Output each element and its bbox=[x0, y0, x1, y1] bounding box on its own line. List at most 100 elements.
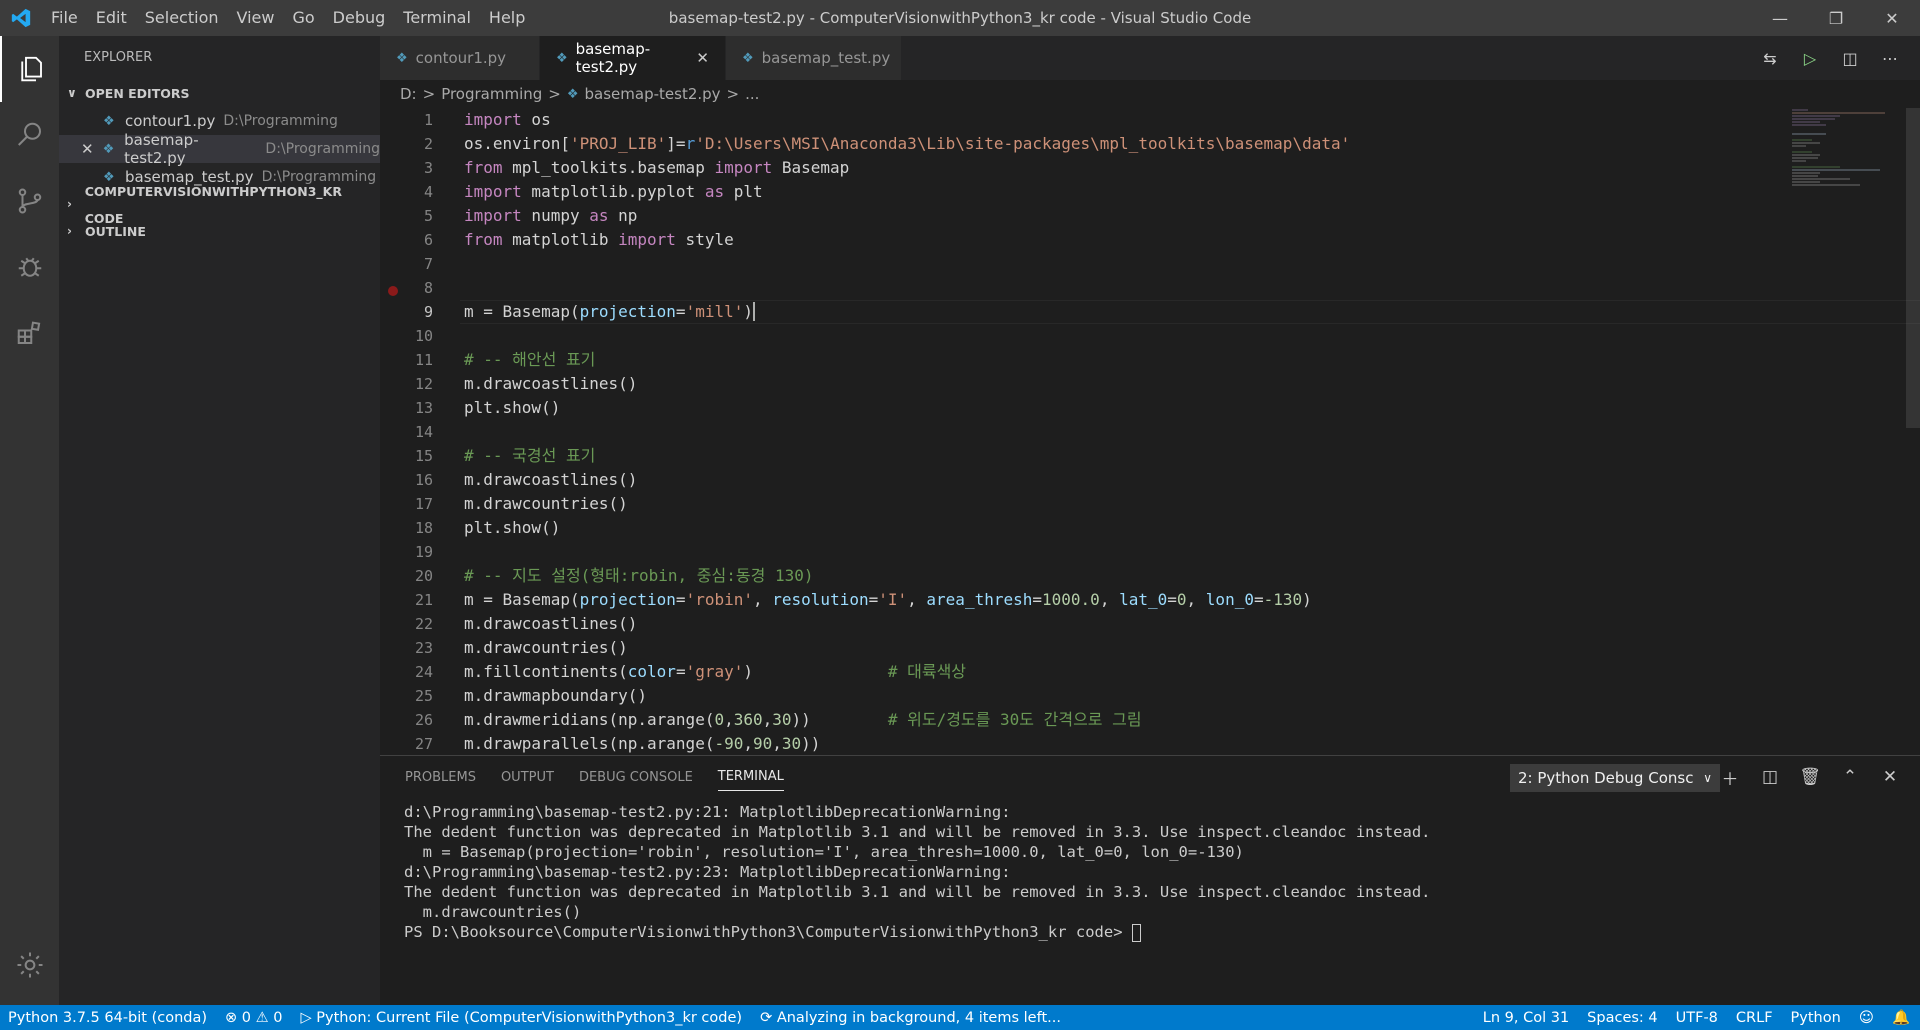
menu-go[interactable]: Go bbox=[283, 0, 323, 36]
panel-actions: ＋ ◫ 🗑 ⌃ ✕ bbox=[1710, 756, 1910, 798]
run-file-icon[interactable]: ▷ bbox=[1790, 49, 1830, 68]
terminal-line: m = Basemap(projection='robin', resoluti… bbox=[404, 843, 1244, 861]
maximize-panel-icon[interactable]: ⌃ bbox=[1830, 767, 1870, 787]
search-icon[interactable] bbox=[0, 102, 59, 168]
encoding[interactable]: UTF-8 bbox=[1676, 1010, 1718, 1026]
tab-basemap-test[interactable]: ❖ basemap_test.py bbox=[726, 36, 902, 80]
code-line: m.drawcoastlines() bbox=[464, 614, 638, 633]
chevron-right-icon: › bbox=[67, 197, 72, 211]
menu-terminal[interactable]: Terminal bbox=[394, 0, 480, 36]
terminal-select[interactable]: 2: Python Debug Consc ∨ bbox=[1510, 764, 1720, 792]
tab-contour1[interactable]: ❖ contour1.py bbox=[380, 36, 540, 80]
minimize-icon[interactable]: — bbox=[1752, 0, 1808, 36]
menu-view[interactable]: View bbox=[228, 0, 284, 36]
editor-actions: ⇆ ▷ ◫ ⋯ bbox=[1750, 36, 1910, 80]
menu-debug[interactable]: Debug bbox=[324, 0, 395, 36]
outline-label: OUTLINE bbox=[85, 224, 146, 239]
code-editor[interactable]: 1 import os 2 os.environ['PROJ_LIB']=r'D:\… bbox=[380, 108, 1920, 755]
run-config[interactable]: ▷ Python: Current File (ComputerVisionwi… bbox=[300, 1010, 742, 1026]
more-actions-icon[interactable]: ⋯ bbox=[1870, 49, 1910, 68]
explorer-icon[interactable] bbox=[0, 36, 59, 102]
line-number: 20 bbox=[414, 567, 433, 585]
close-window-icon[interactable]: ✕ bbox=[1864, 0, 1920, 36]
analysis-status[interactable]: ⟳ Analyzing in background, 4 items left.… bbox=[760, 1010, 1061, 1026]
tab-debug-console[interactable]: DEBUG CONSOLE bbox=[579, 764, 693, 791]
source-control-icon[interactable] bbox=[0, 168, 59, 234]
tab-output[interactable]: OUTPUT bbox=[501, 764, 554, 791]
open-editor-name: contour1.py bbox=[125, 112, 216, 130]
editor-scrollbar[interactable] bbox=[1906, 108, 1920, 428]
code-line: m.drawcoastlines() bbox=[464, 470, 638, 489]
bottom-panel: PROBLEMS OUTPUT DEBUG CONSOLE TERMINAL 2… bbox=[380, 755, 1920, 1005]
terminal-line: The dedent function was deprecated in Ma… bbox=[404, 823, 1431, 841]
notifications-bell-icon[interactable]: 🔔 bbox=[1892, 1009, 1910, 1026]
code-line: import matplotlib.pyplot as plt bbox=[464, 182, 763, 201]
breadcrumb: D: > Programming > ❖ basemap-test2.py > … bbox=[380, 80, 1920, 108]
open-editors-header[interactable]: ∨ OPEN EDITORS bbox=[59, 80, 380, 107]
menu-selection[interactable]: Selection bbox=[136, 0, 228, 36]
menu-file[interactable]: File bbox=[42, 0, 87, 36]
line-number: 4 bbox=[423, 183, 433, 201]
indentation[interactable]: Spaces: 4 bbox=[1587, 1010, 1657, 1026]
error-icon: ⊗ bbox=[225, 1009, 238, 1026]
debug-icon[interactable] bbox=[0, 234, 59, 300]
tab-terminal[interactable]: TERMINAL bbox=[717, 763, 784, 791]
line-number: 25 bbox=[414, 687, 433, 705]
breadcrumb-drive[interactable]: D: bbox=[400, 85, 417, 103]
settings-gear-icon[interactable] bbox=[0, 935, 59, 995]
line-number: 22 bbox=[414, 615, 433, 633]
trash-icon[interactable]: 🗑 bbox=[1790, 767, 1830, 787]
explorer-title: EXPLORER bbox=[84, 50, 153, 65]
line-number: 12 bbox=[414, 375, 433, 393]
tab-problems[interactable]: PROBLEMS bbox=[405, 764, 476, 791]
breadcrumb-folder[interactable]: Programming bbox=[441, 85, 542, 103]
project-folder-header[interactable]: › COMPUTERVISIONWITHPYTHON3_KR CODE bbox=[59, 184, 380, 226]
terminal-prompt: PS D:\Booksource\ComputerVisionwithPytho… bbox=[404, 923, 1132, 941]
menu-edit[interactable]: Edit bbox=[87, 0, 136, 36]
feedback-smiley-icon[interactable]: ☺ bbox=[1859, 1010, 1874, 1026]
open-editor-name: basemap-test2.py bbox=[124, 131, 199, 167]
close-tab-icon[interactable]: ✕ bbox=[696, 49, 709, 67]
menu-help[interactable]: Help bbox=[480, 0, 534, 36]
python-file-icon: ❖ bbox=[103, 113, 115, 129]
sync-icon: ⟳ bbox=[760, 1009, 773, 1026]
open-editor-path: D:\Programming bbox=[223, 113, 338, 129]
close-editor-icon[interactable]: ✕ bbox=[81, 140, 103, 158]
open-editor-item[interactable]: ✕ ❖ basemap-test2.py D:\Programming bbox=[59, 131, 380, 167]
code-line: os.environ['PROJ_LIB']=r'D:\Users\MSI\An… bbox=[464, 134, 1351, 153]
status-bar: Python 3.7.5 64-bit (conda) ⊗ 0 ⚠ 0 ▷ Py… bbox=[0, 1005, 1920, 1030]
new-terminal-icon[interactable]: ＋ bbox=[1710, 765, 1750, 790]
line-number: 16 bbox=[414, 471, 433, 489]
restore-icon[interactable]: ❐ bbox=[1808, 0, 1864, 36]
split-terminal-icon[interactable]: ◫ bbox=[1750, 767, 1790, 787]
extensions-icon[interactable] bbox=[0, 300, 59, 366]
vscode-logo-icon[interactable] bbox=[0, 7, 42, 29]
tab-basemap-test2[interactable]: ❖ basemap-test2.py ✕ bbox=[540, 36, 726, 80]
line-ending[interactable]: CRLF bbox=[1736, 1010, 1773, 1026]
line-number: 18 bbox=[414, 519, 433, 537]
terminal-select-value: 2: Python Debug Consc bbox=[1518, 769, 1694, 787]
code-line: plt.show() bbox=[464, 398, 561, 417]
breadcrumb-file[interactable]: basemap-test2.py bbox=[585, 85, 721, 103]
cursor-position[interactable]: Ln 9, Col 31 bbox=[1483, 1010, 1569, 1026]
terminal-output[interactable]: d:\Programming\basemap-test2.py:21: Matp… bbox=[404, 802, 1431, 942]
terminal-line: The dedent function was deprecated in Ma… bbox=[404, 883, 1431, 901]
line-number: 2 bbox=[423, 135, 433, 153]
code-line: from matplotlib import style bbox=[464, 230, 734, 249]
python-interpreter[interactable]: Python 3.7.5 64-bit (conda) bbox=[8, 1010, 207, 1026]
code-line: m = Basemap(projection='robin', resoluti… bbox=[464, 590, 1312, 609]
minimap[interactable] bbox=[1790, 108, 1900, 188]
line-number: 9 bbox=[423, 303, 433, 321]
terminal-cursor bbox=[1131, 923, 1141, 942]
line-number: 19 bbox=[414, 543, 433, 561]
menu-bar: File Edit Selection View Go Debug Termin… bbox=[42, 0, 534, 36]
line-number: 13 bbox=[414, 399, 433, 417]
problems-indicator[interactable]: ⊗ 0 ⚠ 0 bbox=[225, 1010, 282, 1026]
code-line: import numpy as np bbox=[464, 206, 638, 225]
split-editor-icon[interactable]: ◫ bbox=[1830, 49, 1870, 68]
close-panel-icon[interactable]: ✕ bbox=[1870, 767, 1910, 787]
compare-changes-icon[interactable]: ⇆ bbox=[1750, 49, 1790, 68]
chevron-down-icon: ∨ bbox=[67, 86, 77, 100]
breadcrumb-more[interactable]: ... bbox=[745, 85, 759, 103]
language-mode[interactable]: Python bbox=[1791, 1010, 1841, 1026]
